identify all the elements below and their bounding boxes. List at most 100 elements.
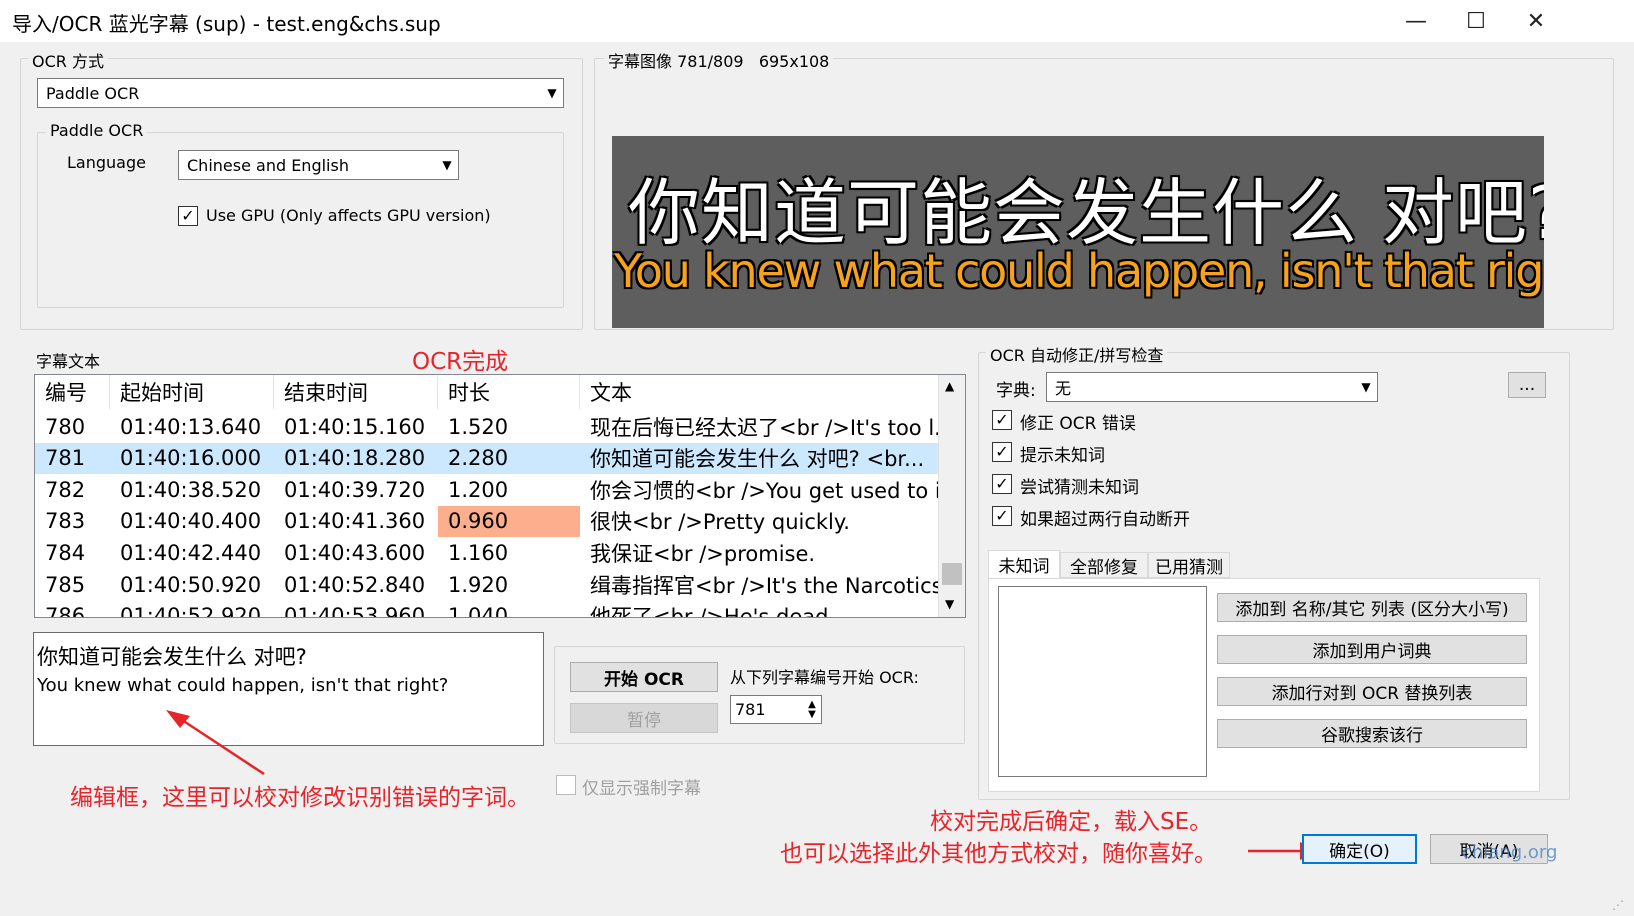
column-header-end[interactable]: 结束时间 bbox=[274, 375, 438, 409]
unknown-words-list[interactable] bbox=[998, 586, 1207, 777]
autofix-option-checkbox[interactable]: ✓ bbox=[992, 474, 1012, 494]
autofix-option-checkbox[interactable]: ✓ bbox=[992, 506, 1012, 526]
pause-button[interactable]: 暂停 bbox=[570, 703, 718, 733]
title-bar: 导入/OCR 蓝光字幕 (sup) - test.eng&chs.sup — ☐… bbox=[0, 0, 1634, 42]
check-icon: ✓ bbox=[995, 410, 1009, 429]
table-scrollbar[interactable]: ▲ ▼ bbox=[938, 375, 965, 617]
annotation-arrow-to-editbox bbox=[166, 710, 265, 776]
cell-end: 01:40:52.840 bbox=[284, 572, 426, 597]
subtitle-edit-box[interactable]: 你知道可能会发生什么 对吧? You knew what could happe… bbox=[33, 632, 544, 746]
language-label: Language bbox=[67, 153, 146, 172]
cell-no: 783 bbox=[45, 509, 86, 534]
table-row[interactable]: 782 01:40:38.520 01:40:39.720 1.200 你会习惯的<br… bbox=[35, 474, 940, 505]
tab-1[interactable]: 全部修复 bbox=[1060, 552, 1148, 578]
cell-no: 780 bbox=[45, 414, 86, 439]
spinner-arrows-icon[interactable]: ▲ ▼ bbox=[803, 699, 821, 720]
cell-start: 01:40:38.520 bbox=[120, 477, 262, 502]
edit-box-line1: 你知道可能会发生什么 对吧? bbox=[37, 645, 307, 669]
cell-duration: 2.280 bbox=[448, 446, 509, 471]
cell-start: 01:40:40.400 bbox=[120, 509, 262, 534]
cell-no: 786 bbox=[45, 604, 86, 618]
subtitle-image-legend: 字幕图像 781/809 695x108 bbox=[604, 48, 834, 72]
column-header-text[interactable]: 文本 bbox=[580, 375, 940, 409]
use-gpu-label: Use GPU (Only affects GPU version) bbox=[206, 206, 491, 225]
ocr-engine-combo[interactable]: Paddle OCR ▼ bbox=[37, 78, 564, 108]
cell-no: 784 bbox=[45, 540, 86, 565]
autofix-option-label: 尝试猜测未知词 bbox=[1020, 478, 1139, 498]
table-row[interactable]: 780 01:40:13.640 01:40:15.160 1.520 现在后悔已经太迟… bbox=[35, 411, 940, 442]
forced-only-checkbox[interactable] bbox=[556, 775, 576, 795]
forced-only-label: 仅显示强制字幕 bbox=[582, 779, 701, 799]
cell-start: 01:40:52.920 bbox=[120, 604, 262, 618]
cell-start: 01:40:42.440 bbox=[120, 540, 262, 565]
dictionary-combo[interactable]: 无 ▼ bbox=[1046, 372, 1378, 402]
close-icon: ✕ bbox=[1526, 8, 1546, 34]
cell-text: 缉毒指挥官<br />It's the Narcotics... bbox=[590, 573, 940, 598]
table-row[interactable]: 786 01:40:52.920 01:40:53.960 1.040 他死了<br /… bbox=[35, 601, 940, 618]
start-ocr-button[interactable]: 开始 OCR bbox=[570, 662, 718, 692]
check-icon: ✓ bbox=[995, 506, 1009, 525]
resize-grip-icon[interactable]: ⋰ bbox=[1612, 898, 1624, 912]
cell-end: 01:40:43.600 bbox=[284, 540, 426, 565]
edit-box-line2: You knew what could happen, isn't that r… bbox=[37, 675, 449, 696]
cell-start: 01:40:13.640 bbox=[120, 414, 262, 439]
tab-0[interactable]: 未知词 bbox=[988, 550, 1060, 579]
autofix-option-label: 如果超过两行自动断开 bbox=[1020, 510, 1190, 530]
cell-text: 你知道可能会发生什么 对吧? <br... bbox=[590, 447, 925, 472]
dictionary-browse-button[interactable]: ... bbox=[1508, 372, 1546, 398]
table-row[interactable]: 785 01:40:50.920 01:40:52.840 1.920 缉毒指挥官<br… bbox=[35, 569, 940, 600]
start-from-spinner[interactable]: 781 ▲ ▼ bbox=[730, 695, 822, 724]
minimize-button[interactable]: — bbox=[1386, 0, 1446, 42]
cell-duration: 1.920 bbox=[448, 572, 509, 597]
cell-text: 你会习惯的<br />You get used to it. bbox=[590, 478, 940, 503]
close-button[interactable]: ✕ bbox=[1506, 0, 1566, 42]
use-gpu-checkbox[interactable]: ✓ bbox=[178, 206, 198, 226]
autofix-tabs: 未知词 全部修复 已用猜测 添加到 名称/其它 列表 (区分大小写) 添加到用户词典添… bbox=[988, 550, 1540, 792]
cell-duration: 1.200 bbox=[448, 477, 509, 502]
ok-button[interactable]: 确定(O) bbox=[1302, 834, 1417, 864]
cell-no: 785 bbox=[45, 572, 86, 597]
cell-end: 01:40:15.160 bbox=[284, 414, 426, 439]
annotation-confirm-line2: 也可以选择此外其他方式校对，随你喜好。 bbox=[780, 841, 1217, 867]
subtitle-table: 编号 起始时间 结束时间 时长 文本 780 01:40:13.640 01:40:… bbox=[34, 374, 966, 618]
start-from-label: 从下列字幕编号开始 OCR: bbox=[730, 668, 919, 687]
scrollbar-thumb[interactable] bbox=[942, 563, 962, 585]
paddle-ocr-legend: Paddle OCR bbox=[46, 121, 148, 140]
cell-text: 他死了<br />He's dead bbox=[590, 605, 829, 618]
tab-2[interactable]: 已用猜测 bbox=[1148, 552, 1230, 578]
chevron-down-icon: ▼ bbox=[547, 86, 557, 100]
ocr-method-legend: OCR 方式 bbox=[28, 48, 108, 72]
scroll-up-icon[interactable]: ▲ bbox=[945, 379, 954, 393]
table-row[interactable]: 783 01:40:40.400 01:40:41.360 0.960 很快<br />… bbox=[35, 505, 940, 537]
maximize-button[interactable]: ☐ bbox=[1446, 0, 1506, 42]
cell-end: 01:40:53.960 bbox=[284, 604, 426, 618]
window-title: 导入/OCR 蓝光字幕 (sup) - test.eng&chs.sup bbox=[12, 12, 441, 36]
check-icon: ✓ bbox=[181, 206, 195, 225]
autofix-action-button[interactable]: 添加行对到 OCR 替换列表 bbox=[1217, 677, 1527, 706]
cell-end: 01:40:41.360 bbox=[284, 509, 426, 534]
chevron-down-icon: ▼ bbox=[442, 158, 452, 172]
tab-panel-unknown-words: 添加到 名称/其它 列表 (区分大小写) 添加到用户词典 添加行对到 OCR 替换列… bbox=[988, 578, 1540, 792]
dictionary-value: 无 bbox=[1055, 379, 1072, 398]
cell-end: 01:40:39.720 bbox=[284, 477, 426, 502]
column-header-no[interactable]: 编号 bbox=[35, 375, 110, 409]
cell-no: 781 bbox=[45, 446, 86, 471]
cell-duration: 1.040 bbox=[448, 604, 509, 618]
subtitle-english-line: You knew what could happen, isn't that r… bbox=[614, 244, 1544, 298]
annotation-ocr-done: OCR完成 bbox=[412, 349, 509, 375]
cell-duration: 1.520 bbox=[448, 414, 509, 439]
language-combo[interactable]: Chinese and English ▼ bbox=[178, 150, 459, 180]
table-row[interactable]: 781 01:40:16.000 01:40:18.280 2.280 你知道可能会发生… bbox=[35, 442, 940, 474]
autofix-option-checkbox[interactable]: ✓ bbox=[992, 442, 1012, 462]
annotation-confirm-line1: 校对完成后确定，载入SE。 bbox=[930, 809, 1213, 835]
autofix-option-checkbox[interactable]: ✓ bbox=[992, 410, 1012, 430]
subtitle-text-legend: 字幕文本 bbox=[36, 352, 101, 371]
autofix-action-button[interactable]: 添加到 名称/其它 列表 (区分大小写) bbox=[1217, 593, 1527, 622]
table-header: 编号 起始时间 结束时间 时长 文本 bbox=[35, 375, 940, 409]
table-row[interactable]: 784 01:40:42.440 01:40:43.600 1.160 我保证<br /… bbox=[35, 537, 940, 568]
column-header-duration[interactable]: 时长 bbox=[438, 375, 580, 409]
scroll-down-icon[interactable]: ▼ bbox=[945, 597, 954, 611]
column-header-start[interactable]: 起始时间 bbox=[110, 375, 274, 409]
autofix-action-button[interactable]: 谷歌搜索该行 bbox=[1217, 719, 1527, 748]
autofix-action-button[interactable]: 添加到用户词典 bbox=[1217, 635, 1527, 664]
